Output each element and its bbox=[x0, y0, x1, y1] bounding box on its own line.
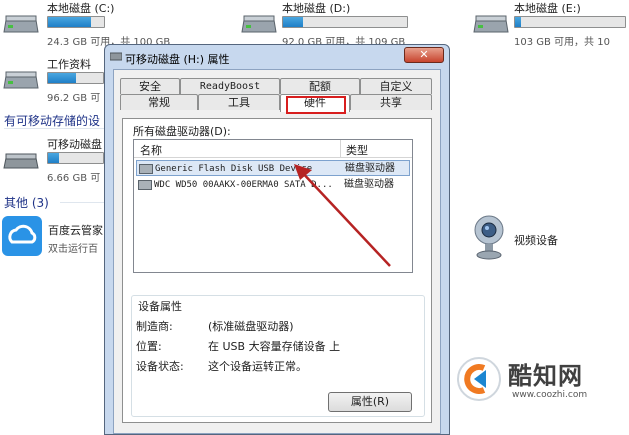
device-properties-group: 设备属性 制造商: (标准磁盘驱动器) 位置: 在 USB 大容量存储设备 上 … bbox=[131, 295, 425, 417]
webcam-icon bbox=[474, 215, 504, 260]
drive-usage-fill bbox=[48, 73, 76, 83]
section-divider bbox=[60, 202, 104, 203]
prop-label: 位置: bbox=[136, 340, 162, 353]
drive-c[interactable]: 本地磁盘 (C:) 24.3 GB 可用，共 100 GB bbox=[0, 0, 170, 48]
hard-drive-icon bbox=[241, 15, 277, 33]
app-subtitle: 双击运行百 bbox=[48, 244, 98, 255]
tab-quota[interactable]: 配额 bbox=[280, 78, 360, 94]
drive-d[interactable]: 本地磁盘 (D:) 92.0 GB 可用，共 109 GB bbox=[236, 0, 426, 48]
drive-usage-bar bbox=[47, 16, 105, 28]
tab-customize[interactable]: 自定义 bbox=[360, 78, 432, 94]
column-header-name[interactable]: 名称 bbox=[140, 142, 162, 158]
drive-e[interactable]: 本地磁盘 (E:) 103 GB 可用，共 10 bbox=[468, 0, 629, 48]
drive-usage-fill bbox=[283, 17, 303, 27]
hard-drive-icon bbox=[3, 71, 39, 89]
drive-removable[interactable]: 可移动磁盘 6.66 GB 可 bbox=[0, 134, 104, 184]
pointer-arrow bbox=[294, 164, 391, 267]
cloud-icon bbox=[2, 216, 42, 256]
removable-drive-icon bbox=[3, 153, 39, 169]
drive-work[interactable]: 工作资料 96.2 GB 可 bbox=[0, 54, 104, 104]
list-caption: 所有磁盘驱动器(D): bbox=[133, 125, 231, 138]
prop-label: 设备状态: bbox=[136, 360, 184, 373]
tab-sharing[interactable]: 共享 bbox=[350, 94, 432, 110]
disk-icon bbox=[139, 164, 153, 174]
tab-security[interactable]: 安全 bbox=[120, 78, 180, 94]
drive-usage-fill bbox=[48, 153, 59, 163]
prop-value: (标准磁盘驱动器) bbox=[208, 320, 294, 333]
app-baidu-cloud[interactable]: 百度云管家 双击运行百 bbox=[0, 214, 104, 262]
drive-label: 可移动磁盘 bbox=[47, 138, 102, 151]
disk-icon bbox=[138, 180, 152, 190]
watermark: 酷知网 www.coozhi.com bbox=[456, 350, 626, 410]
logo-icon bbox=[457, 357, 501, 401]
dialog-title: 可移动磁盘 (H:) 属性 bbox=[125, 53, 230, 66]
drive-label: 工作资料 bbox=[47, 58, 91, 71]
video-device[interactable]: 视频设备 bbox=[468, 214, 588, 262]
section-header-removable: 有可移动存储的设 bbox=[4, 114, 101, 128]
device-label: 视频设备 bbox=[514, 234, 558, 247]
section-header-other: 其他 (3) bbox=[4, 196, 49, 210]
drive-usage-bar bbox=[47, 72, 104, 84]
tab-general[interactable]: 常规 bbox=[120, 94, 198, 110]
properties-dialog: 可移动磁盘 (H:) 属性 ✕ 安全 ReadyBoost 配额 自定义 常规 … bbox=[104, 44, 450, 435]
app-label: 百度云管家 bbox=[48, 224, 103, 237]
drive-space-text: 96.2 GB 可 bbox=[47, 93, 101, 104]
hardware-panel: 所有磁盘驱动器(D): 名称 类型 Generic Flash Disk USB… bbox=[122, 118, 432, 423]
watermark-url: www.coozhi.com bbox=[512, 390, 588, 400]
list-header: 名称 类型 bbox=[134, 140, 412, 158]
tab-readyboost[interactable]: ReadyBoost bbox=[180, 78, 280, 94]
tab-tools[interactable]: 工具 bbox=[198, 94, 280, 110]
group-title: 设备属性 bbox=[136, 298, 184, 314]
prop-value: 这个设备运转正常。 bbox=[208, 360, 307, 373]
drive-usage-bar bbox=[47, 152, 104, 164]
drive-usage-bar bbox=[282, 16, 408, 28]
watermark-brand: 酷知网 bbox=[508, 362, 583, 390]
drive-space-text: 103 GB 可用，共 10 bbox=[514, 37, 610, 48]
prop-label: 制造商: bbox=[136, 320, 173, 333]
section-divider bbox=[4, 128, 104, 129]
close-button[interactable]: ✕ bbox=[404, 47, 444, 63]
disk-drive-list[interactable]: 名称 类型 Generic Flash Disk USB Device 磁盘驱动… bbox=[133, 139, 413, 273]
drive-usage-bar bbox=[514, 16, 626, 28]
dialog-body: 安全 ReadyBoost 配额 自定义 常规 工具 硬件 共享 所有磁盘驱动器… bbox=[113, 69, 441, 434]
hardware-tab-highlight bbox=[286, 96, 346, 114]
drive-label: 本地磁盘 (D:) bbox=[282, 2, 351, 15]
drive-label: 本地磁盘 (C:) bbox=[47, 2, 115, 15]
drive-icon bbox=[110, 52, 122, 61]
drive-usage-fill bbox=[48, 17, 91, 27]
column-divider bbox=[340, 140, 341, 157]
column-header-type[interactable]: 类型 bbox=[346, 142, 368, 158]
drive-label: 本地磁盘 (E:) bbox=[514, 2, 581, 15]
prop-value: 在 USB 大容量存储设备 上 bbox=[208, 340, 341, 353]
hard-drive-icon bbox=[473, 15, 509, 33]
drive-usage-fill bbox=[515, 17, 521, 27]
drive-space-text: 6.66 GB 可 bbox=[47, 173, 101, 184]
properties-button[interactable]: 属性(R) bbox=[328, 392, 412, 412]
hard-drive-icon bbox=[3, 15, 39, 33]
